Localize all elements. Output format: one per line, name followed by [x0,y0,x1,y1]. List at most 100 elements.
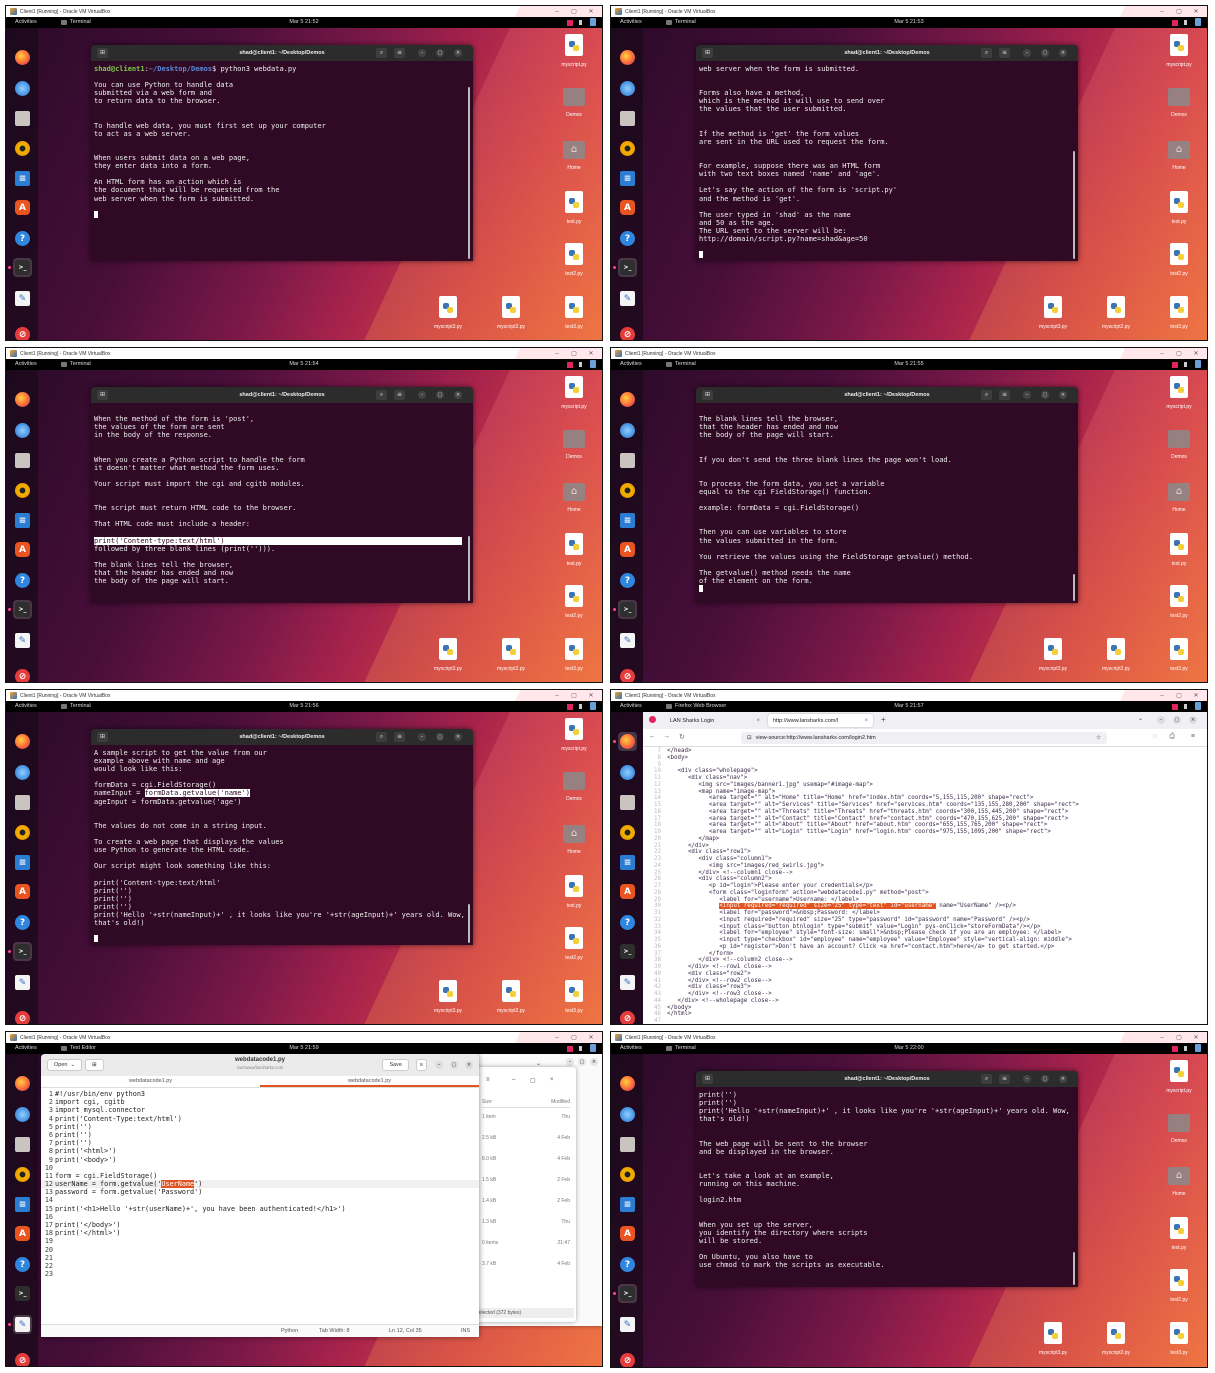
dock-item-no-entry[interactable]: ⊘ [618,1009,637,1024]
tab-close-icon[interactable]: × [756,718,760,724]
dock-item-firefox[interactable] [13,390,32,409]
close-icon[interactable]: × [465,1061,473,1069]
dock-item-thunderbird[interactable] [618,79,637,98]
dock-item-help[interactable]: ? [13,229,32,248]
dock-item-libreoffice-writer[interactable]: ≡ [618,511,637,530]
dock-item-help[interactable]: ? [618,913,637,932]
view-options-icon[interactable]: ≡ [486,1077,490,1083]
maximize-icon[interactable]: ▢ [450,1061,458,1069]
search-icon[interactable]: ⌕ [981,1074,992,1084]
desktop-icon[interactable]: test.py [554,533,594,567]
terminal-output[interactable]: shad@client1:~/Desktop/Demos$ python3 we… [91,61,473,223]
desktop-icon[interactable]: myscript2.py [491,638,531,672]
dock-item-firefox[interactable] [618,1074,637,1093]
page-source[interactable]: 7 </head> 8 <body> 9 10 <div class="wholepage… [643,747,1207,1024]
dock-item-files[interactable] [618,451,637,470]
list-tabs-icon[interactable]: ⌄ [536,1060,541,1067]
dock-item-thunderbird[interactable] [618,421,637,440]
file-row[interactable]: 1 item Thu [482,1114,570,1120]
terminal-window[interactable]: ⊞ shad@client1: ~/Desktop/Demos ⌕ ≡ – ▢ × print… [696,1071,1078,1287]
minimize-icon[interactable]: – [418,49,426,57]
dock-item-app-center[interactable]: A [618,540,637,559]
desktop-icon[interactable]: myscript2.py [491,980,531,1014]
maximize-icon[interactable]: ▢ [1041,391,1049,399]
dock-item-thunderbird[interactable] [13,421,32,440]
desktop-icon[interactable]: test3.py [1159,296,1199,330]
close-icon[interactable]: × [1059,391,1067,399]
desktop-icon[interactable]: myscript.py [1159,376,1199,410]
terminal-window[interactable]: ⊞ shad@client1: ~/Desktop/Demos ⌕ ≡ – ▢ × When … [91,387,473,603]
desktop-icon[interactable]: Home [554,823,594,855]
menu-icon[interactable]: ≡ [999,390,1010,400]
desktop-icon[interactable]: myscript.py [554,34,594,68]
dock-item-thunderbird[interactable] [13,763,32,782]
desktop-icon[interactable]: test2.py [1159,243,1199,277]
menu-icon[interactable]: ≡ [394,390,405,400]
maximize-icon[interactable]: ▢ [436,733,444,741]
maximize-icon[interactable]: ▢ [578,1058,586,1066]
file-row[interactable]: 1.3 kB Thu [482,1219,570,1225]
dock-item-terminal[interactable]: >_ [613,1284,637,1303]
dock-item-help[interactable]: ? [618,229,637,248]
dock-item-app-center[interactable]: A [618,1224,637,1243]
scrollbar-thumb[interactable] [1073,574,1075,601]
dock-item-help[interactable]: ? [13,913,32,932]
minimize-icon[interactable]: – [1157,716,1165,724]
dock-item-libreoffice-writer[interactable]: ≡ [13,853,32,872]
desktop-icon[interactable]: test2.py [1159,585,1199,619]
dock-item-text-editor[interactable]: ✎ [13,631,32,650]
desktop-icon[interactable]: myscript.py [554,376,594,410]
dock-item-text-editor[interactable]: ✎ [8,1315,32,1334]
scrollbar-thumb[interactable] [1073,1252,1075,1285]
desktop-icon[interactable]: myscript2.py [1096,1322,1136,1356]
terminal-output[interactable]: web server when the form is submitted. Fo… [696,61,1078,261]
clock[interactable]: Mar 5 21:59 [6,1045,602,1051]
menu-icon[interactable]: ≡ [999,48,1010,58]
system-tray[interactable] [567,702,596,710]
dock-item-files[interactable] [618,793,637,812]
dock-item-firefox[interactable] [13,732,32,751]
firefox-view-icon[interactable] [649,716,656,723]
dock-item-text-editor[interactable]: ✎ [618,973,637,992]
minimize-icon[interactable]: – [418,391,426,399]
dock-item-thunderbird[interactable] [13,79,32,98]
tab-width-selector[interactable]: Tab Width: 8 [319,1328,350,1334]
close-icon[interactable]: × [1189,716,1197,724]
dock-item-thunderbird[interactable] [618,1105,637,1124]
dock-item-text-editor[interactable]: ✎ [618,1315,637,1334]
clock[interactable]: Mar 5 21:55 [611,361,1207,367]
system-tray[interactable] [567,1044,596,1052]
desktop-icon[interactable]: myscript.py [554,718,594,752]
desktop-icon[interactable]: test3.py [554,980,594,1014]
desktop-icon[interactable]: test3.py [554,638,594,672]
editor-tab[interactable]: webdatacode1.py [260,1076,479,1087]
desktop-icon[interactable]: test3.py [1159,638,1199,672]
dock-item-firefox[interactable] [13,48,32,67]
search-icon[interactable]: ⌕ [376,732,387,742]
browser-tab[interactable]: LAN Sharks Login × [665,714,765,727]
dock-item-no-entry[interactable]: ⊘ [618,667,637,682]
dock-item-thunderbird[interactable] [13,1105,32,1124]
dock-item-rhythmbox[interactable] [13,481,32,500]
desktop-icon[interactable]: myscript3.py [428,638,468,672]
system-tray[interactable] [567,360,596,368]
desktop-icon[interactable]: myscript.py [1159,34,1199,68]
close-icon[interactable]: × [590,1058,598,1066]
column-header[interactable]: Size [482,1099,492,1105]
close-icon[interactable]: × [454,49,462,57]
file-row[interactable]: 0 items 21:47 [482,1240,570,1246]
dock-item-files[interactable] [13,1135,32,1154]
dock-item-help[interactable]: ? [618,1255,637,1274]
dock-item-firefox[interactable] [618,390,637,409]
desktop-icon[interactable]: myscript3.py [1033,296,1073,330]
search-icon[interactable]: ⌕ [981,390,992,400]
menu-icon[interactable]: ≡ [1191,733,1195,740]
dock-item-terminal[interactable]: >_ [13,1284,32,1303]
close-icon[interactable]: × [1059,49,1067,57]
clock[interactable]: Mar 5 21:56 [6,703,602,709]
dock-item-files[interactable] [13,793,32,812]
desktop-icon[interactable]: test2.py [554,585,594,619]
desktop-icon[interactable]: Demos [554,86,594,118]
browser-tab[interactable]: http://www.lansharks.com/l × [768,714,873,727]
menu-icon[interactable]: ≡ [394,48,405,58]
